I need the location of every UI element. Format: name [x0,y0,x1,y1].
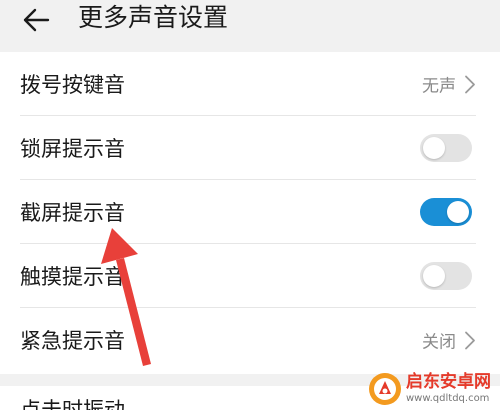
lock-sound-toggle[interactable] [420,134,472,162]
setting-row-lock-sound: 锁屏提示音 [0,116,500,180]
setting-label: 拨号按键音 [20,73,125,97]
setting-label: 点击时振动 [20,398,125,410]
back-button[interactable] [14,2,58,38]
setting-value-group: 无声 [422,72,476,97]
setting-label: 截屏提示音 [20,201,125,225]
page-title: 更多声音设置 [78,3,229,32]
setting-value: 无声 [422,76,456,97]
chevron-right-icon [465,75,475,93]
site-watermark: 启东安卓网 www.qdltdq.com [368,368,500,410]
settings-list: 拨号按键音 无声 锁屏提示音 截屏提示音 触摸提示音 紧急提示音 关闭 [0,52,500,374]
setting-row-dial-tone[interactable]: 拨号按键音 无声 [0,52,500,116]
setting-label: 触摸提示音 [20,265,125,289]
touch-sound-toggle[interactable] [420,262,472,290]
back-arrow-icon [23,8,50,32]
setting-label: 紧急提示音 [20,329,125,353]
watermark-name: 启东安卓网 [406,372,491,392]
title-bar: 更多声音设置 [0,0,500,50]
setting-value: 关闭 [422,332,456,353]
watermark-url: www.qdltdq.com [406,393,490,404]
watermark-logo-icon [369,373,401,405]
setting-label: 锁屏提示音 [20,137,125,161]
setting-row-screenshot-sound: 截屏提示音 [0,180,500,244]
chevron-right-icon [465,331,475,349]
toggle-knob [423,265,445,287]
setting-row-touch-sound: 触摸提示音 [0,244,500,308]
toggle-knob [447,201,469,223]
setting-value-group: 关闭 [422,328,476,353]
screenshot-sound-toggle[interactable] [420,198,472,226]
setting-row-emergency-sound[interactable]: 紧急提示音 关闭 [0,308,500,372]
toggle-knob [423,137,445,159]
